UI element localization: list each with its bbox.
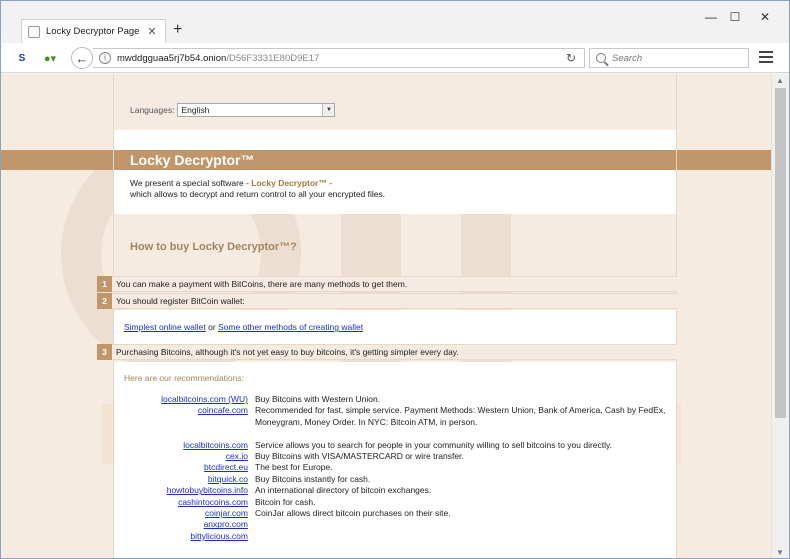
rec-link[interactable]: btcdirect.eu <box>204 462 248 472</box>
rec-link[interactable]: howtobuybitcoins.info <box>167 485 248 495</box>
url-path: /D56F3331E80D9E17 <box>226 52 320 64</box>
rec-link[interactable]: bitquick.co <box>208 474 248 484</box>
step-2: 2 You should register BitCoin wallet: <box>97 293 677 309</box>
page-content: Locky Decryptor™ Languages: English ▼ We… <box>1 74 771 558</box>
step-text: You can make a payment with BitCoins, th… <box>116 279 408 289</box>
step-number: 3 <box>97 344 112 360</box>
rec-desc: Bitcoin for cash. <box>255 496 316 507</box>
step-1: 1 You can make a payment with BitCoins, … <box>97 276 677 292</box>
table-row: coinjar.com CoinJar allows direct bitcoin… <box>114 508 676 519</box>
wallet-or: or <box>205 322 219 332</box>
close-window-icon[interactable]: ✕ <box>755 9 775 25</box>
scroll-down-icon[interactable]: ▼ <box>776 548 784 557</box>
close-tab-icon[interactable]: ✕ <box>145 25 159 38</box>
maximize-icon[interactable]: ☐ <box>725 9 745 25</box>
search-input[interactable] <box>612 52 742 64</box>
language-selected: English <box>181 105 210 115</box>
rec-desc: Buy Bitcoins with Western Union. <box>255 394 381 404</box>
intro-line2: which allows to decrypt and return contr… <box>130 189 386 199</box>
s-extension-icon[interactable]: S <box>15 50 29 66</box>
content-column: Languages: English ▼ We present a specia… <box>113 74 677 558</box>
rec-link[interactable]: anxpro.com <box>204 519 248 529</box>
language-row: Languages: English ▼ <box>130 103 336 117</box>
rec-desc: Buy Bitcoins instantly for cash. <box>255 473 371 484</box>
browser-window: Locky Decryptor Page ✕ + — ☐ ✕ S ●▾ ← i … <box>0 0 790 559</box>
hamburger-menu-icon[interactable] <box>759 51 773 63</box>
page-icon <box>28 25 40 38</box>
table-row: anxpro.com <box>114 519 676 530</box>
reload-icon[interactable]: ↻ <box>566 51 576 65</box>
rec-link[interactable]: cex.io <box>226 451 248 461</box>
step-3: 3 Purchasing Bitcoins, although it's not… <box>97 344 677 360</box>
rec-link[interactable]: coinjar.com <box>205 508 248 518</box>
rec-link[interactable]: cashintocoins.com <box>178 497 248 507</box>
table-row: cashintocoins.com Bitcoin for cash. <box>114 497 676 508</box>
vertical-scrollbar[interactable]: ▲ ▼ <box>771 74 789 558</box>
search-icon <box>596 53 606 63</box>
intro-brand: Locky Decryptor™ <box>251 178 327 188</box>
title-bar: Locky Decryptor Page ✕ + — ☐ ✕ <box>1 1 789 43</box>
table-row: localbitcoins.com Service allows you to s… <box>114 440 676 451</box>
languages-label: Languages: <box>130 105 175 115</box>
language-select[interactable]: English ▼ <box>177 103 336 117</box>
rec-desc: Buy Bitcoins with VISA/MASTERCARD or wir… <box>255 450 464 461</box>
scroll-thumb[interactable] <box>775 88 786 418</box>
onion-menu-icon[interactable]: ●▾ <box>39 50 61 66</box>
step-number: 2 <box>97 293 112 309</box>
back-arrow-icon[interactable]: ← <box>71 47 93 69</box>
other-wallet-methods-link[interactable]: Some other methods of creating wallet <box>218 322 363 332</box>
tab-title: Locky Decryptor Page <box>46 26 140 37</box>
step-number: 1 <box>97 276 112 292</box>
rec-desc: An international directory of bitcoin ex… <box>255 485 432 496</box>
info-icon[interactable]: i <box>99 52 111 64</box>
rec-desc: Service allows you to search for people … <box>255 439 612 450</box>
rec-desc: The best for Europe. <box>255 462 333 473</box>
new-tab-icon[interactable]: + <box>173 22 182 38</box>
recommendations-table: localbitcoins.com (WU) Buy Bitcoins with … <box>114 394 676 542</box>
white-block-top <box>114 130 676 150</box>
recommendations-title: Here are our recommendations: <box>124 373 245 383</box>
search-box[interactable] <box>589 48 749 68</box>
browser-tab[interactable]: Locky Decryptor Page ✕ <box>21 19 166 43</box>
chevron-down-icon[interactable]: ▼ <box>322 104 335 116</box>
table-row: cex.io Buy Bitcoins with VISA/MASTERCARD … <box>114 451 676 462</box>
step-text: Purchasing Bitcoins, although it's not y… <box>116 347 459 357</box>
url-host: mwddgguaa5rj7b54.onion <box>117 52 227 64</box>
table-row: btcdirect.eu The best for Europe. <box>114 462 676 473</box>
rec-link[interactable]: bittylicious.com <box>190 531 248 541</box>
intro-pre: We present a special software - <box>130 178 252 188</box>
howto-title: How to buy Locky Decryptor™? <box>130 241 297 253</box>
scroll-up-icon[interactable]: ▲ <box>776 76 784 85</box>
navigation-bar: S ●▾ ← i mwddgguaa5rj7b54.onion/D56F3331… <box>1 43 789 73</box>
intro-post: - <box>326 178 333 188</box>
rec-desc: CoinJar allows direct bitcoin purchases … <box>255 507 451 518</box>
minimize-icon[interactable]: — <box>701 9 721 25</box>
rec-link[interactable]: localbitcoins.com (WU) <box>161 394 248 404</box>
wallet-links: Simplest online wallet or Some other met… <box>124 322 363 332</box>
rec-link[interactable]: localbitcoins.com <box>183 440 248 450</box>
table-row: bitquick.co Buy Bitcoins instantly for ca… <box>114 474 676 485</box>
rec-desc: Recommended for fast, simple service. Pa… <box>255 405 666 427</box>
intro-text: We present a special software - Locky De… <box>130 178 385 200</box>
step-text: You should register BitCoin wallet: <box>116 296 245 306</box>
table-row: localbitcoins.com (WU) Buy Bitcoins with … <box>114 394 676 405</box>
rec-link[interactable]: coincafe.com <box>198 405 248 415</box>
table-row: coincafe.com Recommended for fast, simple… <box>114 405 676 439</box>
table-row: howtobuybitcoins.info An international di… <box>114 485 676 496</box>
address-bar[interactable]: i mwddgguaa5rj7b54.onion/D56F3331E80D9E1… <box>93 48 585 68</box>
table-row: bittylicious.com <box>114 531 676 542</box>
simplest-wallet-link[interactable]: Simplest online wallet <box>124 322 206 332</box>
